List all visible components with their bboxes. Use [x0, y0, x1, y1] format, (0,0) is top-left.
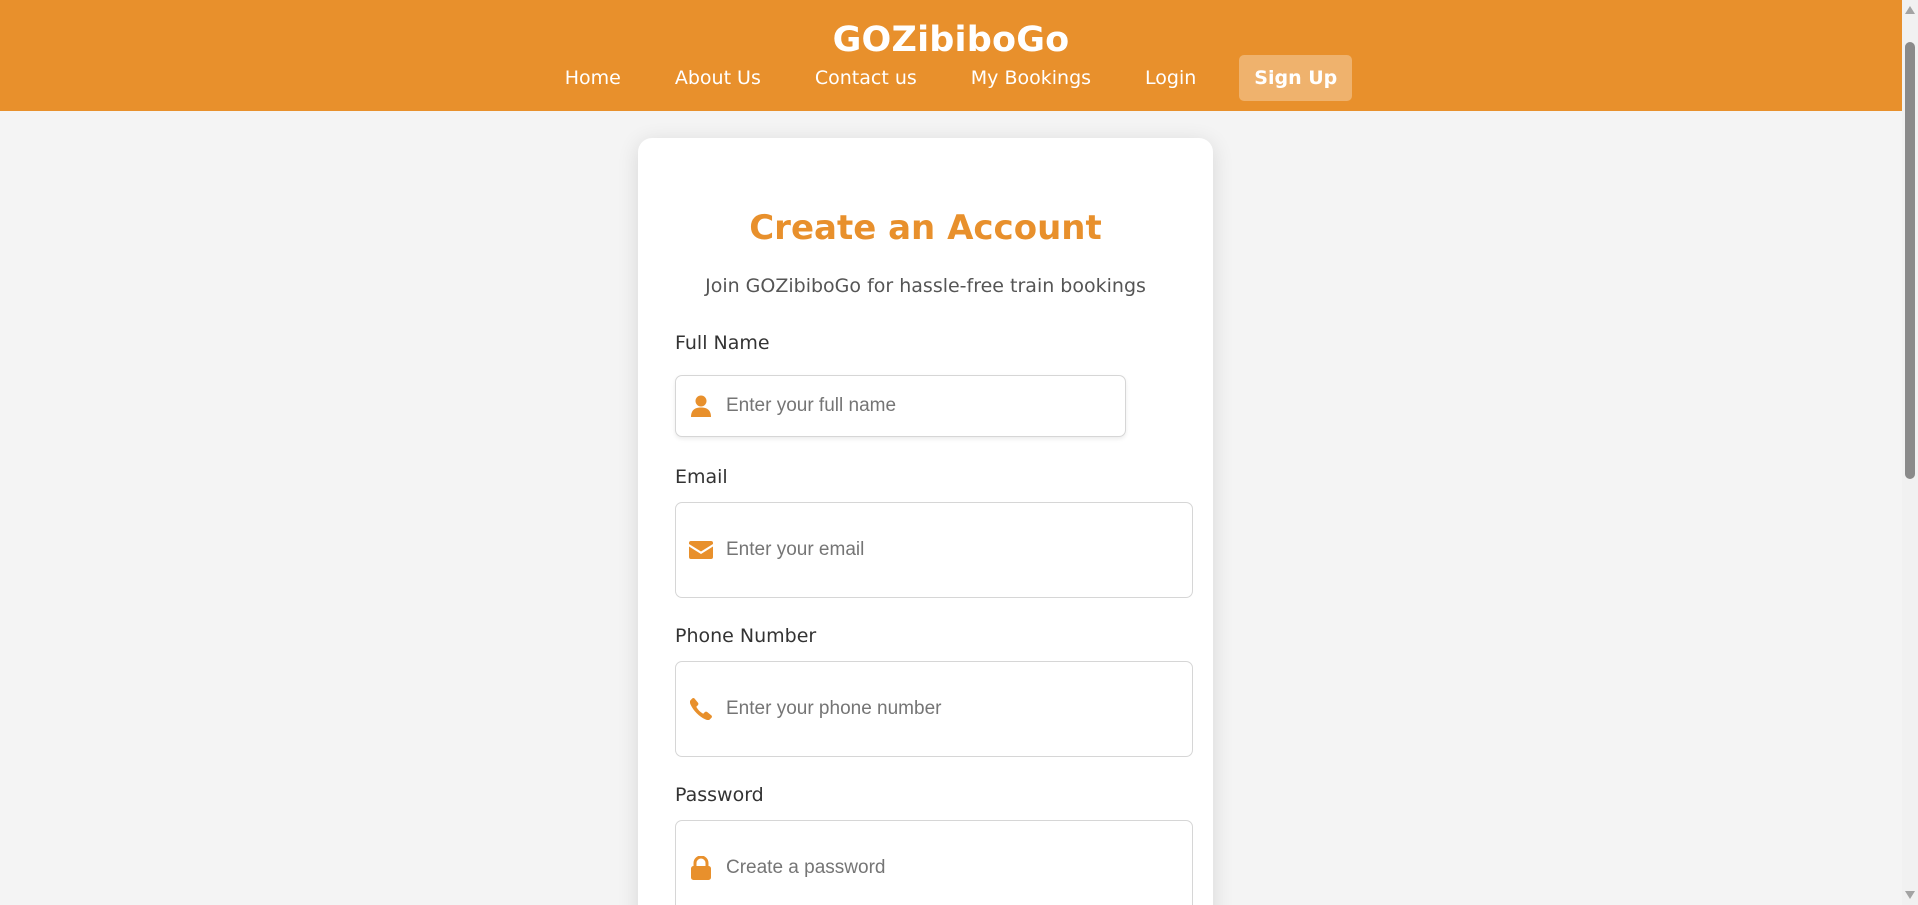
- full-name-field[interactable]: [675, 375, 1126, 437]
- page: GOZibiboGo Home About Us Contact us My B…: [0, 0, 1918, 905]
- scroll-up-arrow-icon[interactable]: [1905, 6, 1915, 14]
- page-scrollbar[interactable]: [1902, 0, 1918, 905]
- phone-input[interactable]: [726, 662, 1181, 756]
- lock-icon: [689, 856, 713, 880]
- full-name-input[interactable]: [726, 376, 1111, 436]
- email-label: Email: [675, 466, 728, 488]
- user-icon: [689, 394, 713, 418]
- phone-field[interactable]: [675, 661, 1193, 757]
- password-input[interactable]: [726, 821, 1181, 905]
- scroll-down-arrow-icon[interactable]: [1905, 891, 1915, 899]
- email-input[interactable]: [726, 503, 1181, 597]
- email-field[interactable]: [675, 502, 1193, 598]
- site-header: GOZibiboGo Home About Us Contact us My B…: [0, 0, 1902, 111]
- main-nav: Home About Us Contact us My Bookings Log…: [0, 55, 1902, 101]
- password-field[interactable]: [675, 820, 1193, 905]
- phone-icon: [689, 697, 713, 721]
- page-title: Create an Account: [749, 208, 1102, 248]
- nav-about-us[interactable]: About Us: [660, 55, 776, 101]
- nav-sign-up[interactable]: Sign Up: [1239, 55, 1353, 101]
- nav-home[interactable]: Home: [550, 55, 636, 101]
- signup-card: Create an Account Join GOZibiboGo for ha…: [638, 138, 1213, 905]
- envelope-icon: [689, 538, 713, 562]
- nav-contact-us[interactable]: Contact us: [800, 55, 932, 101]
- nav-my-bookings[interactable]: My Bookings: [956, 55, 1106, 101]
- page-subtitle: Join GOZibiboGo for hassle-free train bo…: [705, 275, 1146, 297]
- phone-label: Phone Number: [675, 625, 817, 647]
- nav-login[interactable]: Login: [1130, 55, 1211, 101]
- password-label: Password: [675, 784, 764, 806]
- scroll-thumb[interactable]: [1905, 42, 1915, 479]
- brand-logo[interactable]: GOZibiboGo: [0, 20, 1902, 60]
- full-name-label: Full Name: [675, 332, 770, 354]
